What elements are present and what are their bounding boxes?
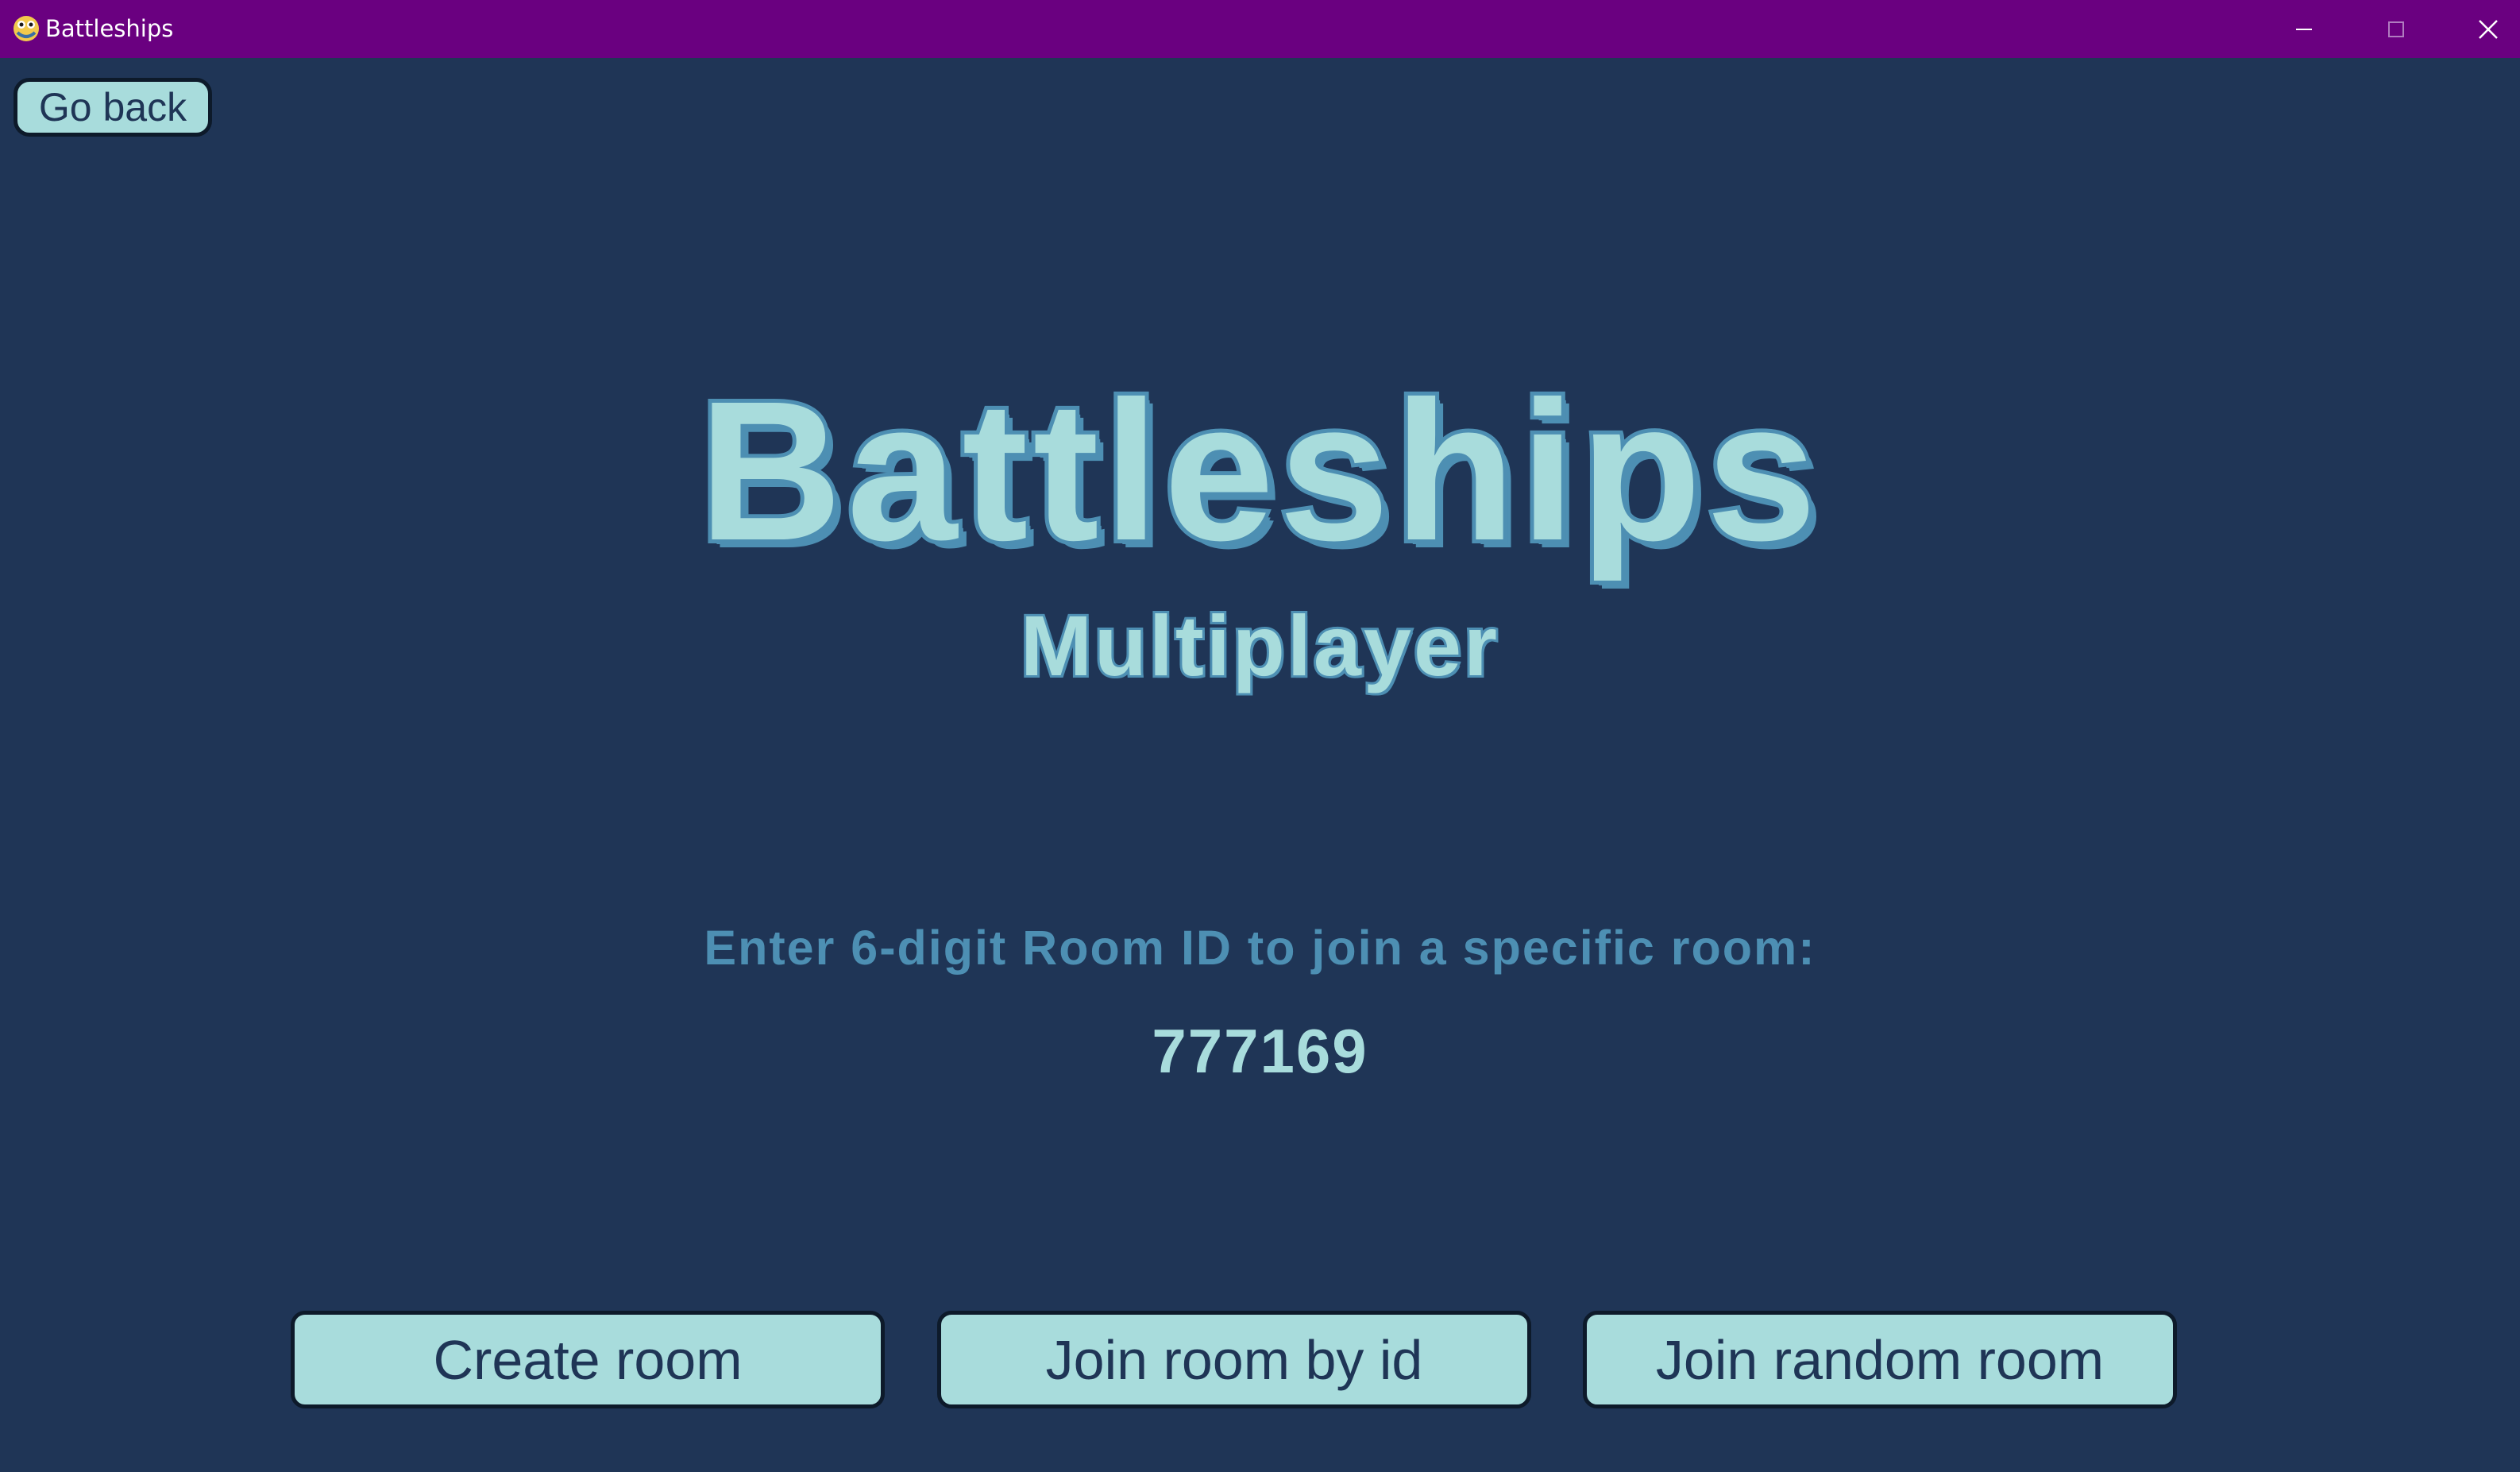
maximize-button[interactable] — [2350, 0, 2442, 58]
join-room-by-id-button[interactable]: Join room by id — [937, 1311, 1531, 1408]
window-title: Battleships — [45, 15, 174, 42]
python-snake-icon — [14, 16, 39, 41]
close-icon — [2479, 19, 2498, 39]
game-subtitle: Multiplayer — [1018, 595, 1500, 696]
maximize-icon — [2388, 21, 2404, 37]
game-screen: Go back Battleships Multiplayer Enter 6-… — [0, 58, 2520, 1472]
room-id-input[interactable]: 777169 — [0, 1011, 2520, 1091]
go-back-button[interactable]: Go back — [14, 78, 212, 137]
room-id-prompt: Enter 6-digit Room ID to join a specific… — [704, 921, 1816, 975]
minimize-icon — [2296, 28, 2312, 30]
window-titlebar[interactable]: Battleships — [0, 0, 2520, 58]
join-random-room-button[interactable]: Join random room — [1583, 1311, 2177, 1408]
create-room-button[interactable]: Create room — [291, 1311, 885, 1408]
game-title: Battleships — [695, 356, 1822, 585]
close-button[interactable] — [2442, 0, 2520, 58]
minimize-button[interactable] — [2258, 0, 2350, 58]
